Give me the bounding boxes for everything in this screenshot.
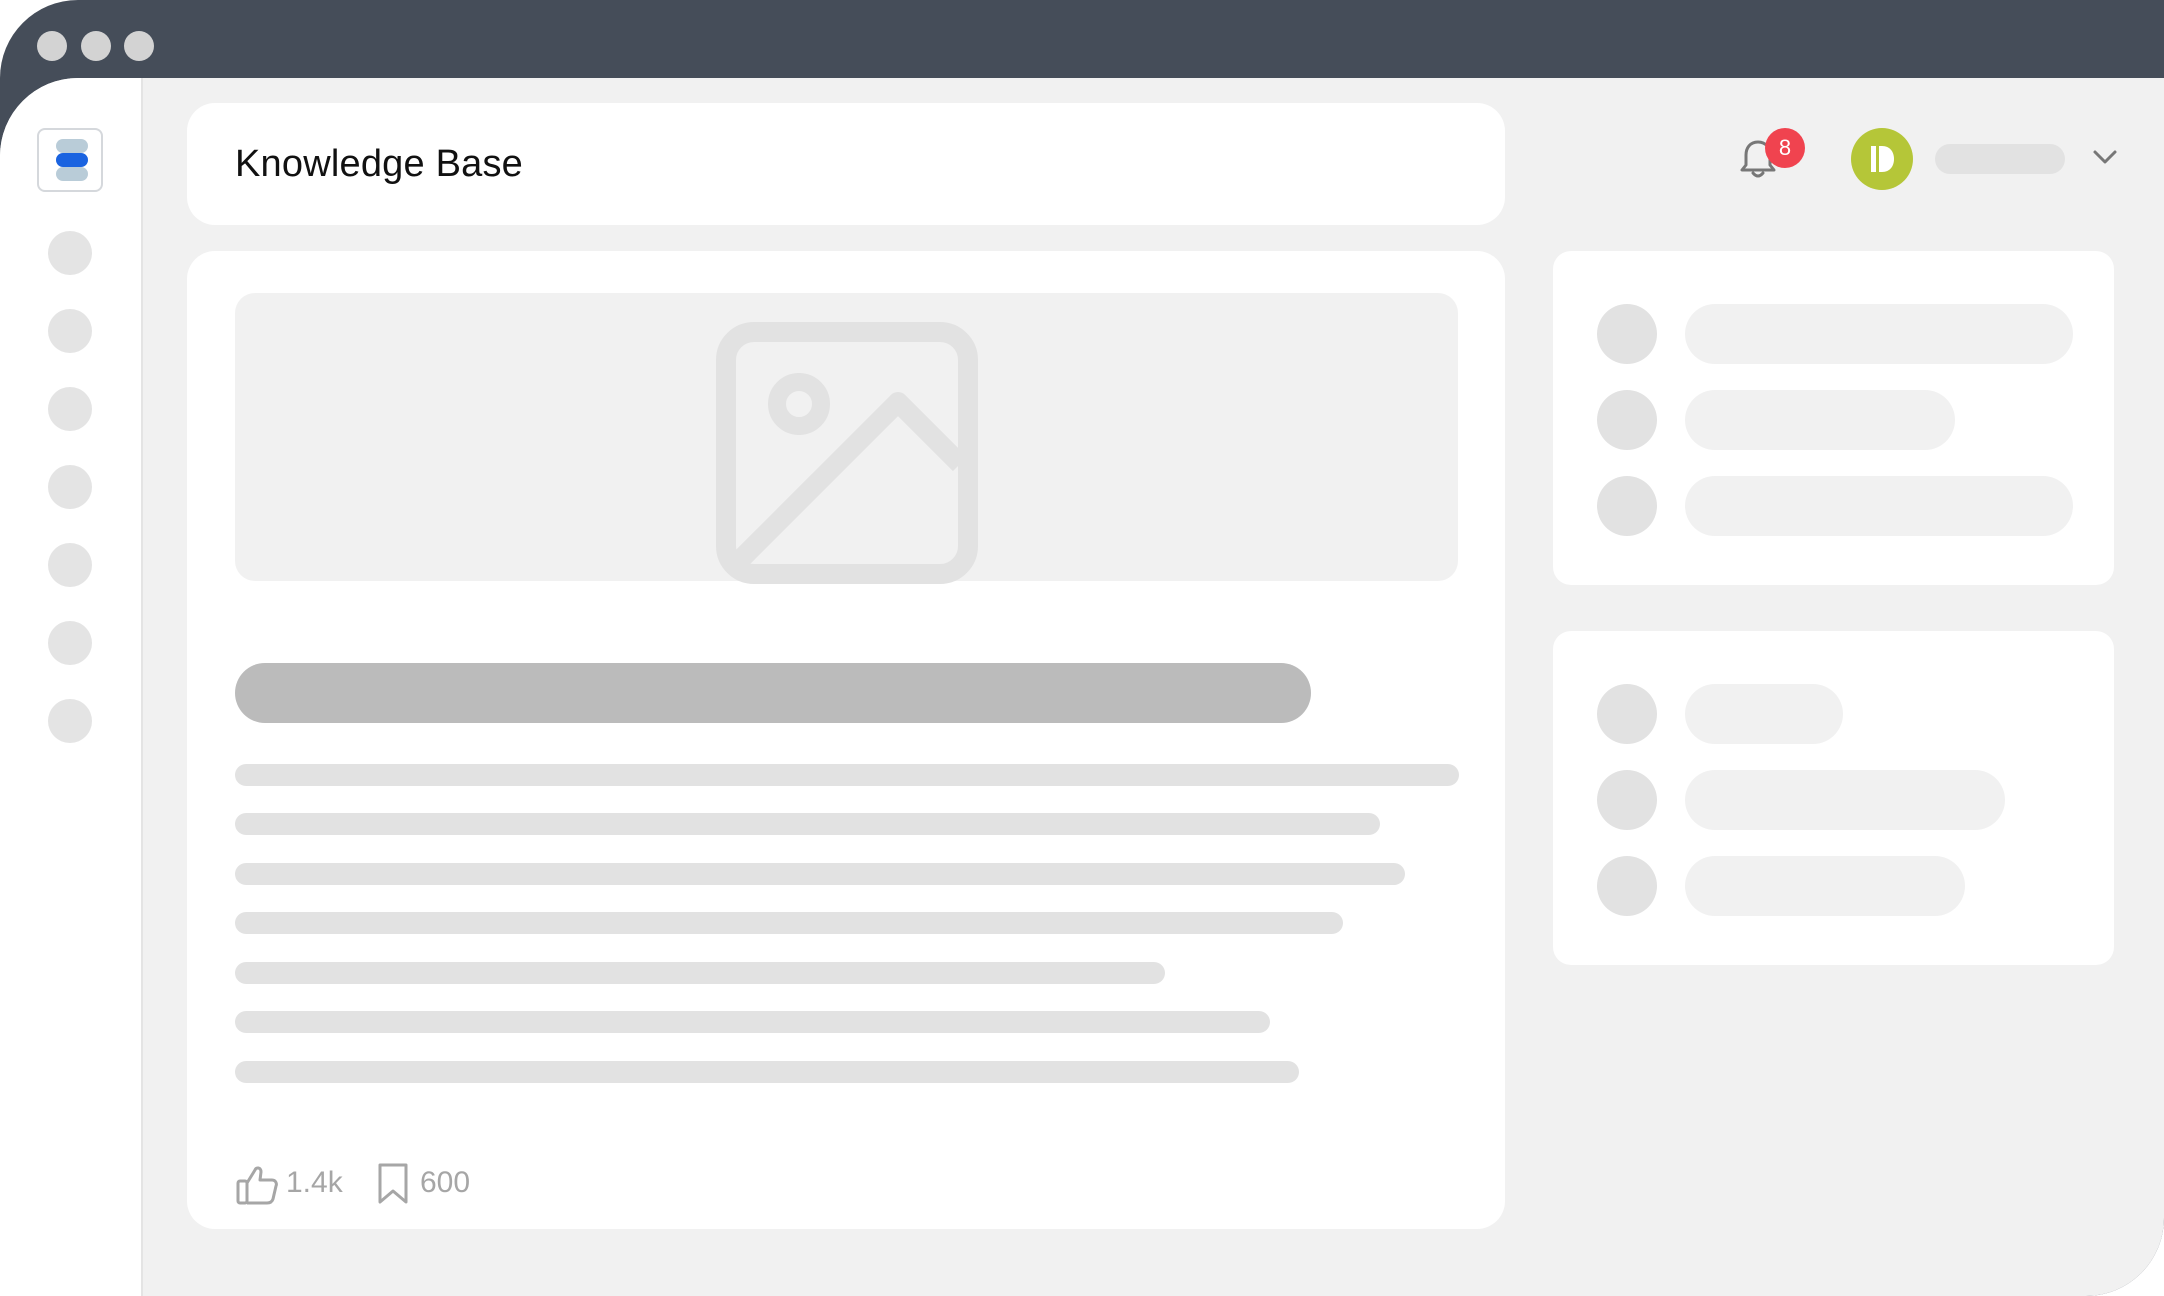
- thumbs-up-icon[interactable]: [235, 1162, 279, 1206]
- article-title-placeholder: [235, 663, 1311, 723]
- window-minimize-dot[interactable]: [81, 31, 111, 61]
- app-content: Knowledge Base 8 1.4k 600: [0, 78, 2164, 1296]
- sidebar-nav-item[interactable]: [48, 699, 92, 743]
- user-avatar[interactable]: [1851, 128, 1913, 190]
- article-text-line: [235, 764, 1459, 786]
- article-text-line: [235, 813, 1380, 835]
- sidebar-nav-item[interactable]: [48, 387, 92, 431]
- article-text-line: [235, 1011, 1270, 1033]
- avatar-logo-icon: [1871, 146, 1894, 172]
- list-item-label[interactable]: [1685, 304, 2073, 364]
- list-item-avatar: [1597, 390, 1657, 450]
- user-name-placeholder[interactable]: [1935, 144, 2065, 174]
- side-panel-bottom: [1553, 631, 2114, 965]
- sidebar-nav-item[interactable]: [48, 621, 92, 665]
- article-text-line: [235, 912, 1343, 934]
- notification-count-badge: 8: [1765, 128, 1805, 168]
- page-title: Knowledge Base: [235, 143, 524, 185]
- window-maximize-dot[interactable]: [124, 31, 154, 61]
- window-close-dot[interactable]: [37, 31, 67, 61]
- list-item-label[interactable]: [1685, 476, 2073, 536]
- title-card: Knowledge Base: [187, 103, 1505, 225]
- list-item-label[interactable]: [1685, 684, 1843, 744]
- list-item-avatar: [1597, 684, 1657, 744]
- image-placeholder-icon: [716, 322, 978, 584]
- logo-bar-middle: [56, 153, 88, 167]
- app-window: Knowledge Base 8 1.4k 600: [0, 0, 2164, 1296]
- stack-logo-icon[interactable]: [37, 128, 103, 192]
- bookmarks-count: 600: [420, 1166, 471, 1199]
- list-item-avatar: [1597, 304, 1657, 364]
- list-item-avatar: [1597, 476, 1657, 536]
- list-item-avatar: [1597, 856, 1657, 916]
- list-item-avatar: [1597, 770, 1657, 830]
- list-item-label[interactable]: [1685, 856, 1965, 916]
- sidebar: [0, 78, 143, 1296]
- article-text-line: [235, 1061, 1299, 1083]
- sidebar-nav-item[interactable]: [48, 231, 92, 275]
- article-text-line: [235, 962, 1165, 984]
- logo-bar-bottom: [56, 167, 88, 181]
- bookmark-icon[interactable]: [376, 1162, 410, 1206]
- side-panel-top: [1553, 251, 2114, 585]
- chevron-down-icon[interactable]: [2092, 148, 2118, 166]
- article-hero-image[interactable]: [235, 293, 1458, 584]
- list-item-label[interactable]: [1685, 770, 2005, 830]
- list-item-label[interactable]: [1685, 390, 1955, 450]
- article-text-line: [235, 863, 1405, 885]
- sidebar-nav-item[interactable]: [48, 309, 92, 353]
- likes-count: 1.4k: [286, 1166, 343, 1199]
- sidebar-nav-item[interactable]: [48, 543, 92, 587]
- logo-bar-top: [56, 139, 88, 153]
- sidebar-nav-item[interactable]: [48, 465, 92, 509]
- article-card: 1.4k 600: [187, 251, 1505, 1229]
